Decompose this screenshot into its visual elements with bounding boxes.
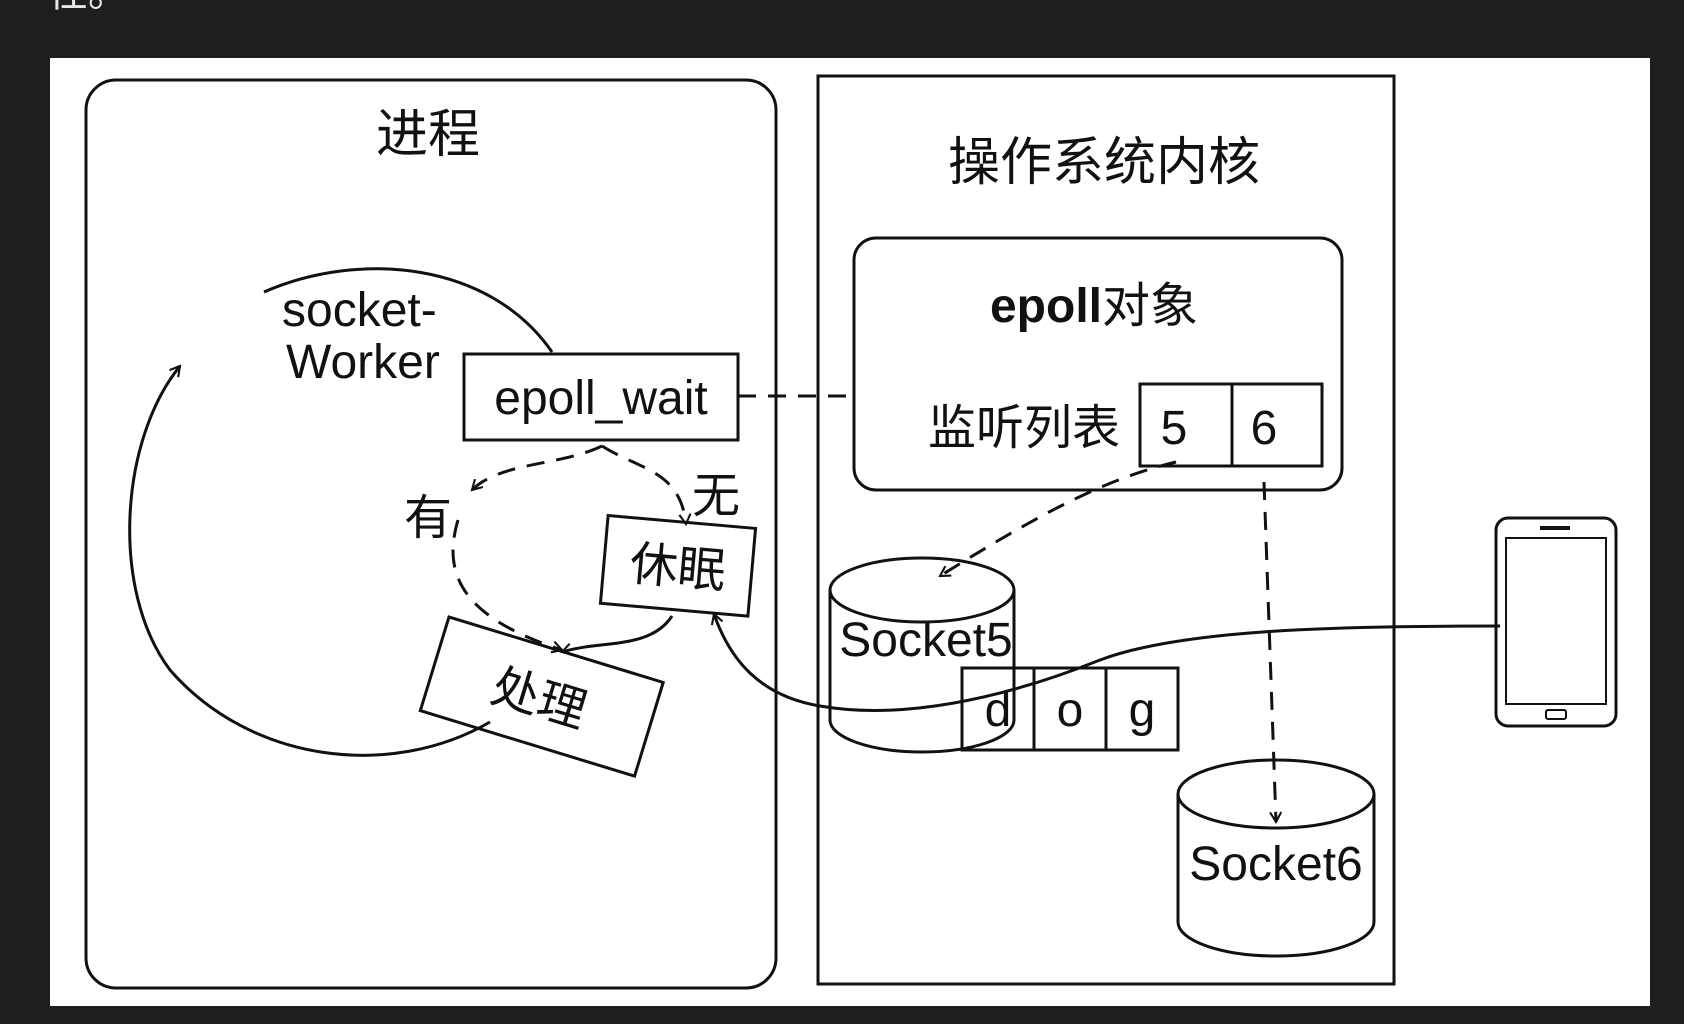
buffer-char-g: g xyxy=(1129,684,1156,737)
socket-worker-label-line1: socket- xyxy=(282,284,437,337)
kernel-title: 操作系统内核 xyxy=(948,134,1260,192)
phone-speaker xyxy=(1540,526,1570,530)
diagram-stage: 任。 进程 操作系统内核 socket- Worker epoll_wait 有… xyxy=(0,0,1684,1024)
watch-list-label: 监听列表 xyxy=(928,402,1120,455)
watch-list-item-5: 5 xyxy=(1161,402,1188,455)
sleep-label: 休眠 xyxy=(628,538,728,599)
watch-list-item-6: 6 xyxy=(1251,402,1278,455)
diagram-svg: 任。 进程 操作系统内核 socket- Worker epoll_wait 有… xyxy=(48,0,1650,1006)
epoll-wait-label: epoll_wait xyxy=(494,372,707,425)
socket6-label: Socket6 xyxy=(1189,838,1362,891)
process-title: 进程 xyxy=(376,106,480,164)
epoll-object-bold: epoll xyxy=(990,280,1102,333)
diagram-canvas xyxy=(50,58,1650,1006)
epoll-object-title: epoll对象 xyxy=(990,280,1198,333)
branch-yes-label: 有 xyxy=(404,492,452,545)
buffer-char-o: o xyxy=(1057,684,1084,737)
socket5-label: Socket5 xyxy=(839,614,1012,667)
branch-no-label: 无 xyxy=(692,470,740,523)
socket-worker-label-line2: Worker xyxy=(286,336,440,389)
header-fragment: 任。 xyxy=(48,0,128,15)
epoll-object-suffix: 对象 xyxy=(1102,280,1198,333)
